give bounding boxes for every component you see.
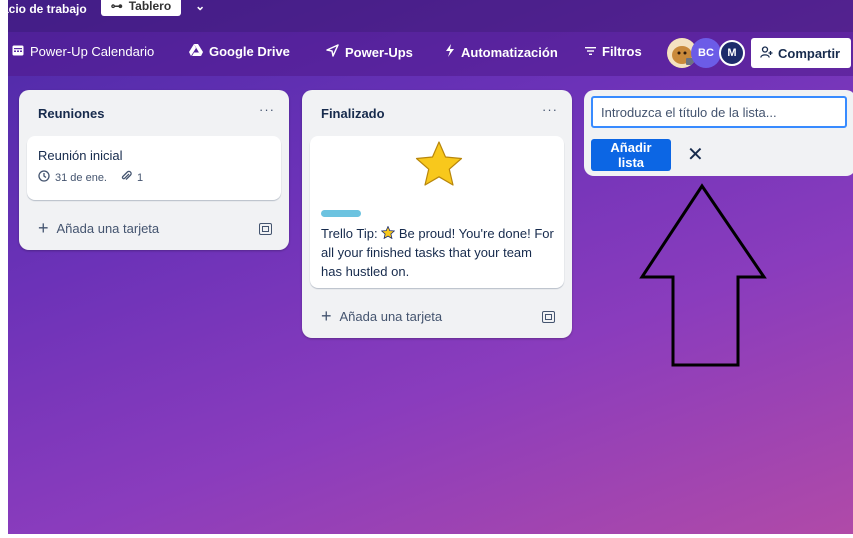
due-date-badge: 31 de ene. xyxy=(55,171,107,184)
list-menu-icon[interactable]: ··· xyxy=(259,102,275,117)
share-label: Compartir xyxy=(778,45,841,61)
chevron-down-icon[interactable]: ⌄ xyxy=(195,0,205,13)
share-button[interactable]: Compartir xyxy=(751,38,851,68)
plus-icon: + xyxy=(321,306,332,326)
list-title-input[interactable] xyxy=(591,96,847,128)
clock-icon xyxy=(38,170,50,185)
add-list-button[interactable]: Añadir lista xyxy=(591,139,671,171)
card-template-icon[interactable] xyxy=(259,223,272,235)
google-drive-icon xyxy=(189,44,203,59)
card-template-icon[interactable] xyxy=(542,311,555,323)
automation-button[interactable]: Automatización xyxy=(445,44,558,60)
list-title[interactable]: Finalizado xyxy=(321,106,385,121)
attachment-icon xyxy=(120,170,132,185)
list-finalizado: Finalizado ··· Trello Tip: Be proud! You… xyxy=(302,90,572,338)
lightning-icon xyxy=(445,44,455,60)
filters-label: Filtros xyxy=(602,44,642,59)
card-trello-tip[interactable]: Trello Tip: Be proud! You're done! For a… xyxy=(310,136,564,288)
add-card-button[interactable]: + Añada una tarjeta xyxy=(321,306,442,327)
rocket-icon xyxy=(326,44,339,60)
calendar-icon xyxy=(12,44,24,59)
add-card-button[interactable]: + Añada una tarjeta xyxy=(38,218,159,239)
list-title[interactable]: Reuniones xyxy=(38,106,104,121)
up-arrow-annotation xyxy=(639,183,767,367)
calendar-label: Power-Up Calendario xyxy=(30,44,155,59)
powerups-label: Power-Ups xyxy=(345,44,413,60)
google-drive-label: Google Drive xyxy=(209,44,290,59)
avatar-bc[interactable]: BC xyxy=(691,38,721,68)
filters-button[interactable]: Filtros xyxy=(585,44,642,59)
card-reunion-inicial[interactable]: Reunión inicial 31 de ene. 1 xyxy=(27,136,281,200)
list-reuniones: Reuniones ··· Reunión inicial 31 de ene.… xyxy=(19,90,289,250)
card-description: Trello Tip: Be proud! You're done! For a… xyxy=(321,224,555,281)
google-drive-button[interactable]: Google Drive xyxy=(189,44,290,59)
view-tab-label: Tablero xyxy=(128,0,172,13)
card-label[interactable] xyxy=(321,210,361,217)
view-switcher-board[interactable]: ⊶ Tablero xyxy=(100,0,182,16)
card-badges: 31 de ene. 1 xyxy=(38,170,143,185)
add-list-composer: Añadir lista ✕ xyxy=(584,90,853,176)
list-menu-icon[interactable]: ··· xyxy=(542,102,558,117)
powerups-button[interactable]: Power-Ups xyxy=(326,44,413,60)
workspace-label[interactable]: acio de trabajo xyxy=(8,2,87,16)
add-card-label: Añada una tarjeta xyxy=(56,221,160,236)
avatar-m[interactable]: M xyxy=(719,40,745,66)
sparkle-star-icon xyxy=(380,225,399,241)
board-canvas: acio de trabajo ⊶ Tablero ⌄ Power-Up Cal… xyxy=(8,0,853,534)
card-title: Reunión inicial xyxy=(38,148,123,163)
add-person-icon xyxy=(760,45,773,61)
close-icon[interactable]: ✕ xyxy=(687,142,704,167)
board-toolbar: Power-Up Calendario Google Drive Power-U… xyxy=(8,32,853,76)
filter-icon xyxy=(585,44,596,59)
calendar-powerup-button[interactable]: Power-Up Calendario xyxy=(12,44,154,59)
tip-prefix: Trello Tip: xyxy=(321,226,378,241)
star-icon xyxy=(414,140,464,193)
attachment-count: 1 xyxy=(137,171,144,184)
board-icon: ⊶ xyxy=(110,0,123,13)
board-header: acio de trabajo ⊶ Tablero ⌄ xyxy=(8,0,853,32)
automation-label: Automatización xyxy=(461,44,558,60)
plus-icon: + xyxy=(38,218,49,238)
add-card-label: Añada una tarjeta xyxy=(339,309,443,324)
